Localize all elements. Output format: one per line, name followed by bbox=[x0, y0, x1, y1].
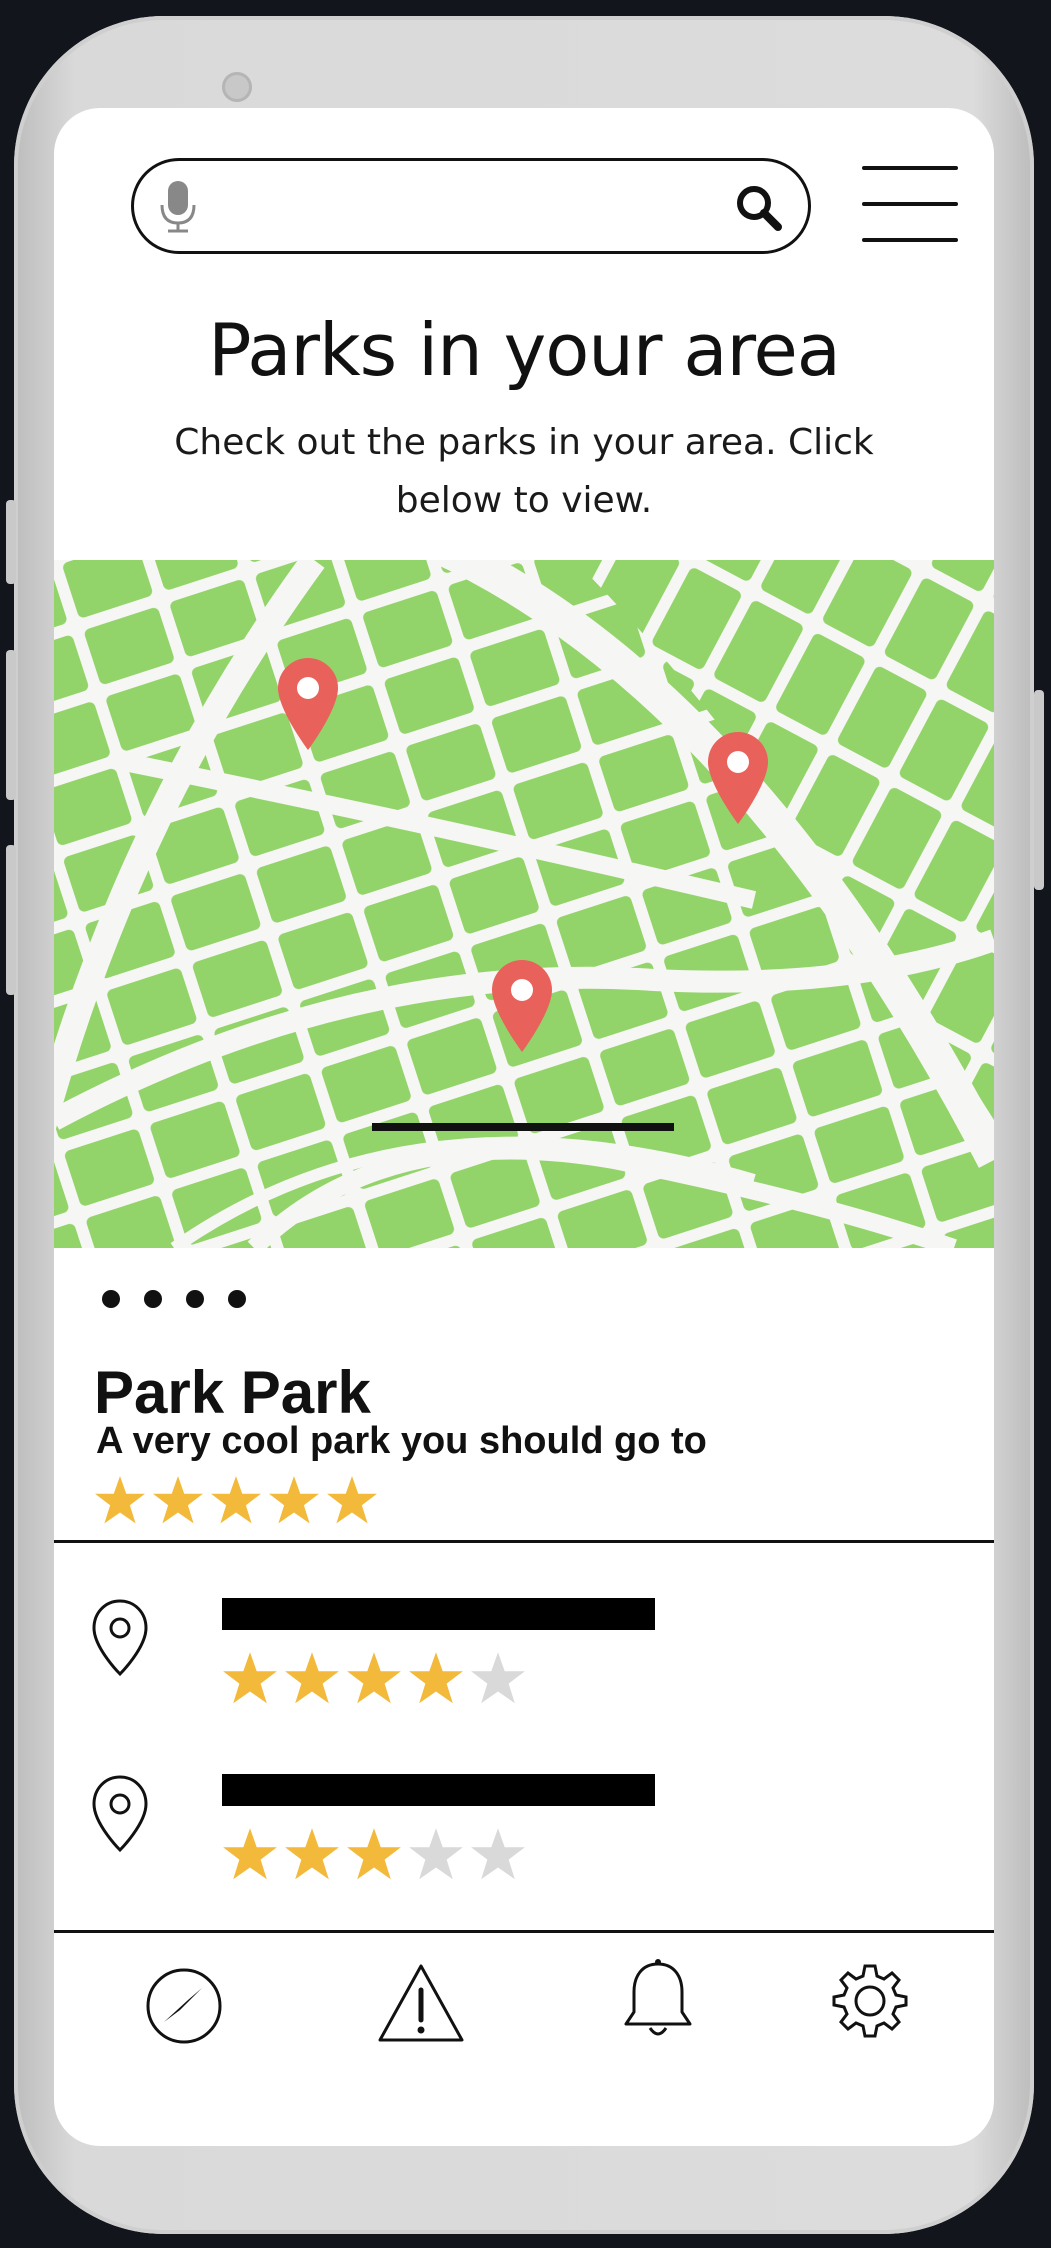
gear-icon[interactable] bbox=[832, 1962, 932, 2062]
page-title: Parks in your area bbox=[208, 308, 841, 392]
star-filled-icon bbox=[269, 1476, 319, 1524]
list-item-title-placeholder bbox=[222, 1598, 655, 1630]
page-subtitle: Check out the parks in your area. Click … bbox=[174, 422, 874, 521]
list-item[interactable] bbox=[54, 1774, 994, 1904]
bell-icon[interactable] bbox=[620, 1958, 720, 2058]
star-empty-icon bbox=[409, 1828, 463, 1880]
carousel-dot[interactable] bbox=[228, 1290, 246, 1308]
side-button-left-1 bbox=[6, 500, 16, 584]
carousel-dots[interactable] bbox=[102, 1290, 246, 1308]
star-empty-icon bbox=[471, 1828, 525, 1880]
star-filled-icon bbox=[347, 1828, 401, 1880]
star-filled-icon bbox=[223, 1652, 277, 1704]
star-filled-icon bbox=[327, 1476, 377, 1524]
search-bar[interactable] bbox=[131, 158, 811, 254]
list-item-rating bbox=[222, 1826, 526, 1882]
star-filled-icon bbox=[223, 1828, 277, 1880]
star-filled-icon bbox=[285, 1652, 339, 1704]
star-filled-icon bbox=[95, 1476, 145, 1524]
list-item[interactable] bbox=[54, 1598, 994, 1728]
camera-dot bbox=[222, 72, 252, 102]
map-pin-icon bbox=[90, 1774, 150, 1859]
carousel-dot[interactable] bbox=[144, 1290, 162, 1308]
park-rating bbox=[94, 1474, 378, 1526]
search-input[interactable] bbox=[214, 179, 698, 237]
parks-map[interactable] bbox=[54, 560, 994, 1248]
list-item-rating bbox=[222, 1650, 526, 1706]
carousel-dot[interactable] bbox=[186, 1290, 204, 1308]
search-icon[interactable] bbox=[734, 183, 784, 238]
side-button-left-3 bbox=[6, 845, 16, 995]
side-button-right bbox=[1034, 690, 1044, 890]
microphone-icon[interactable] bbox=[160, 181, 196, 238]
park-name[interactable]: Park Park bbox=[94, 1358, 371, 1427]
star-filled-icon bbox=[285, 1828, 339, 1880]
star-filled-icon bbox=[409, 1652, 463, 1704]
star-filled-icon bbox=[211, 1476, 261, 1524]
side-button-left-2 bbox=[6, 650, 16, 800]
list-item-title-placeholder bbox=[222, 1774, 655, 1806]
map-pin-icon bbox=[90, 1598, 150, 1683]
divider bbox=[54, 1540, 994, 1543]
menu-icon[interactable] bbox=[862, 166, 958, 246]
warning-icon[interactable] bbox=[376, 1962, 476, 2062]
star-empty-icon bbox=[471, 1652, 525, 1704]
carousel-dot[interactable] bbox=[102, 1290, 120, 1308]
bottom-navigation bbox=[54, 1959, 994, 2118]
star-filled-icon bbox=[347, 1652, 401, 1704]
star-filled-icon bbox=[153, 1476, 203, 1524]
screen: Parks in your area Check out the parks i… bbox=[54, 108, 994, 2146]
park-description: A very cool park you should go to bbox=[96, 1420, 707, 1462]
compass-icon[interactable] bbox=[144, 1966, 244, 2066]
divider bbox=[54, 1930, 994, 1933]
